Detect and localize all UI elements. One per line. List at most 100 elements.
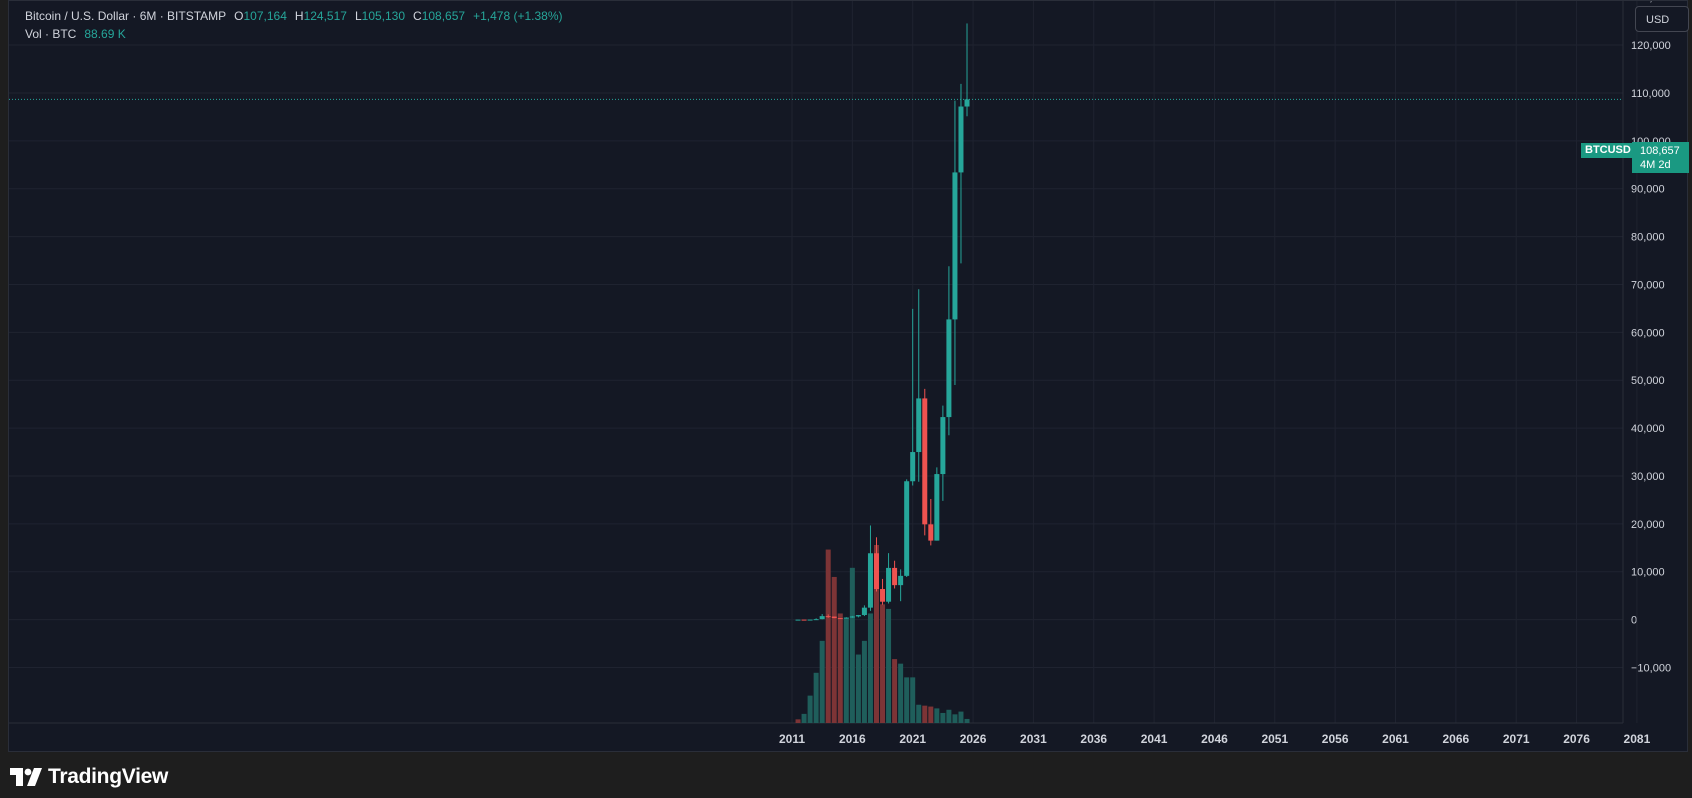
- volume-bar: [831, 576, 837, 723]
- candle-body: [825, 616, 831, 618]
- volume-legend: Vol · BTC 88.69 K: [25, 27, 126, 41]
- currency-button[interactable]: USD: [1635, 6, 1689, 32]
- volume-bar: [952, 714, 958, 723]
- y-tick-label: 40,000: [1631, 423, 1665, 435]
- volume-bar: [843, 618, 849, 723]
- volume-bar: [825, 549, 831, 723]
- candle-body: [952, 172, 958, 320]
- candle-body: [795, 619, 801, 621]
- volume-bar: [904, 677, 910, 723]
- last-price-box: 108,657 4M 2d: [1632, 142, 1689, 173]
- volume-bar: [849, 567, 855, 723]
- x-tick-label: 2026: [960, 732, 987, 746]
- candle-body: [946, 319, 952, 418]
- candle-body: [916, 398, 922, 453]
- y-tick-label: 60,000: [1631, 327, 1665, 339]
- volume-bar: [813, 672, 819, 723]
- chart-pane[interactable]: −10,000 0 10,000 20,000 30,000 40,000 50,000 60…: [8, 0, 1689, 753]
- brand-name: TradingView: [48, 765, 169, 788]
- x-tick-label: 2061: [1382, 732, 1409, 746]
- candle-body: [861, 607, 867, 616]
- y-tick-label: 80,000: [1631, 232, 1665, 244]
- change-value: +1,478 (+1.38%): [473, 9, 563, 23]
- volume-bar: [910, 677, 916, 723]
- candle-body: [801, 619, 807, 621]
- volume-value: 88.69 K: [84, 27, 126, 41]
- candle-body: [873, 553, 879, 590]
- candle-body: [819, 616, 825, 620]
- y-tick-label: 90,000: [1631, 184, 1665, 196]
- high-value: 124,517: [303, 9, 347, 23]
- x-tick-label: 2021: [899, 732, 926, 746]
- x-tick-label: 2081: [1624, 732, 1651, 746]
- candle-body: [837, 618, 843, 620]
- low-value: 105,130: [361, 9, 406, 23]
- volume-bar: [898, 663, 904, 723]
- volume-bar: [922, 705, 928, 723]
- x-tick-label: 2056: [1322, 732, 1349, 746]
- y-tick-label: 10,000: [1631, 567, 1665, 579]
- volume-bar: [867, 613, 873, 723]
- x-tick-label: 2046: [1201, 732, 1228, 746]
- open-label: O: [234, 9, 244, 23]
- footer: TradingView: [0, 752, 1692, 798]
- symbol-title[interactable]: Bitcoin / U.S. Dollar · 6M · BITSTAMP: [25, 9, 226, 23]
- candle-body: [843, 617, 849, 619]
- candle-body: [849, 616, 855, 618]
- tradingview-logo[interactable]: TradingView: [10, 765, 168, 789]
- x-tick-label: 2041: [1141, 732, 1168, 746]
- volume-bar: [892, 659, 898, 723]
- candle-body: [904, 481, 910, 576]
- x-tick-label: 2011: [779, 732, 805, 746]
- chart-canvas[interactable]: −10,000010,00020,00030,00040,00050,00060…: [9, 1, 1689, 753]
- open-value: 107,164: [243, 9, 287, 23]
- low-label: L: [354, 9, 362, 23]
- candle-body: [922, 398, 928, 525]
- volume-bar: [928, 706, 934, 723]
- symbol-legend: Bitcoin / U.S. Dollar · 6M · BITSTAMP O10…: [25, 9, 563, 23]
- candle-body: [940, 417, 946, 475]
- candle-body: [886, 567, 892, 602]
- volume-bar: [916, 704, 922, 723]
- candle-body: [807, 619, 813, 621]
- volume-bar: [807, 695, 813, 723]
- volume-bar: [880, 604, 886, 723]
- volume-bar: [934, 708, 940, 723]
- candle-body: [880, 589, 886, 602]
- y-tick-label: 0: [1631, 615, 1637, 627]
- high-label: H: [294, 9, 304, 23]
- x-tick-label: 2076: [1563, 732, 1590, 746]
- close-label: C: [413, 9, 422, 23]
- volume-bar: [795, 719, 801, 723]
- candle-body: [958, 106, 964, 173]
- x-tick-label: 2071: [1503, 732, 1530, 746]
- candle-body: [855, 615, 861, 617]
- x-tick-label: 2016: [839, 732, 866, 746]
- candle-body: [928, 524, 934, 541]
- volume-bar: [837, 613, 843, 723]
- y-tick-label: 70,000: [1631, 279, 1665, 291]
- volume-label[interactable]: Vol · BTC: [25, 27, 76, 41]
- close-value: 108,657: [421, 9, 466, 23]
- tradingview-logo-icon: [10, 768, 42, 786]
- x-tick-label: 2066: [1442, 732, 1469, 746]
- candle-body: [934, 474, 940, 541]
- volume-bar: [964, 718, 970, 723]
- candle-body: [964, 99, 970, 107]
- volume-bar: [861, 640, 867, 723]
- symbol-price-tag: BTCUSD: [1581, 143, 1635, 158]
- volume-bar: [940, 712, 946, 723]
- candle-body: [910, 452, 916, 482]
- volume-bar: [946, 709, 952, 723]
- volume-bar: [958, 711, 964, 723]
- x-tick-label: 2051: [1261, 732, 1288, 746]
- volume-bar: [886, 608, 892, 723]
- last-price-value: 108,657: [1640, 145, 1680, 157]
- y-tick-label: 20,000: [1631, 519, 1665, 531]
- candle-body: [898, 575, 904, 586]
- x-tick-label: 2031: [1020, 732, 1047, 746]
- candle-body: [831, 616, 837, 619]
- y-tick-label: 50,000: [1631, 375, 1665, 387]
- y-tick-label: 30,000: [1631, 471, 1665, 483]
- candle-body: [867, 553, 873, 608]
